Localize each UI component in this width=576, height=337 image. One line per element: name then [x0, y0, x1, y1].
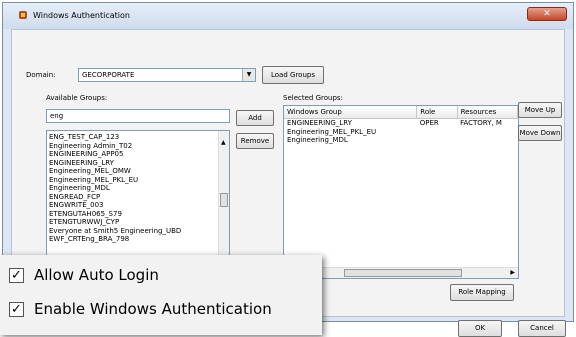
app-icon — [19, 11, 27, 19]
list-item[interactable]: ENGWRITE_003 — [49, 201, 181, 210]
list-item[interactable]: ENGREAD_FCP — [49, 193, 181, 202]
group-filter-value: eng — [50, 112, 64, 120]
table-cell: OPER — [419, 119, 439, 127]
allow-auto-login-label: Allow Auto Login — [34, 266, 159, 284]
domain-label: Domain: — [26, 71, 56, 79]
table-row[interactable]: ENGINEERING_LRY OPER FACTORY, M — [284, 119, 518, 128]
table-cell: ENGINEERING_LRY — [287, 119, 352, 127]
table-cell: FACTORY, M — [460, 119, 502, 127]
role-mapping-button[interactable]: Role Mapping — [450, 284, 514, 301]
load-groups-button[interactable]: Load Groups — [262, 66, 324, 84]
table-cell — [457, 128, 517, 137]
column-header[interactable]: Role — [416, 106, 458, 119]
window-title: Windows Authentication — [33, 11, 130, 20]
chevron-down-icon[interactable]: ▼ — [242, 69, 255, 81]
move-down-button[interactable]: Move Down — [518, 125, 562, 141]
hscroll-thumb[interactable] — [344, 269, 462, 277]
selected-groups-label: Selected Groups: — [283, 94, 343, 102]
cancel-button[interactable]: Cancel — [518, 320, 566, 337]
list-item[interactable]: Engineering_MDL — [49, 184, 181, 193]
column-header[interactable]: Resources — [457, 106, 518, 119]
scroll-thumb[interactable] — [220, 193, 228, 207]
list-item[interactable]: Engineering_MEL_PKL_EU — [49, 176, 181, 185]
table-row[interactable]: Engineering_MEL_PKL_EU — [284, 128, 518, 137]
domain-value: GECORPORATE — [82, 71, 135, 79]
group-filter-input[interactable]: eng — [46, 109, 230, 123]
scroll-right-icon[interactable]: ▶ — [510, 269, 515, 276]
table-cell: Engineering_MDL — [287, 136, 348, 144]
list-item[interactable]: Engineering Admin_T02 — [49, 142, 181, 151]
table-row[interactable]: Engineering_MDL — [284, 136, 518, 145]
allow-auto-login-checkbox[interactable]: ✓ — [9, 268, 24, 283]
table-cell — [417, 136, 457, 145]
list-item[interactable]: ENGINEERING_APP05 — [49, 150, 181, 159]
table-cell — [457, 136, 517, 145]
remove-button[interactable]: Remove — [236, 133, 274, 149]
enable-windows-auth-label: Enable Windows Authentication — [34, 300, 272, 318]
enable-windows-auth-checkbox[interactable]: ✓ — [9, 302, 24, 317]
close-button[interactable]: ✕ — [527, 7, 567, 21]
selected-groups-table[interactable]: Windows Group Role Resources ENGINEERING_L… — [283, 105, 519, 279]
table-cell: Engineering_MEL_PKL_EU — [287, 127, 377, 136]
title-bar: Windows Authentication ✕ — [3, 3, 573, 29]
list-item[interactable]: Everyone at Smith5 Engineering_UBD — [49, 227, 181, 236]
list-item[interactable]: ENGINEERING_LRY — [49, 159, 181, 168]
options-zoom-callout: ✓ Allow Auto Login ✓ Enable Windows Auth… — [0, 255, 322, 335]
domain-select[interactable]: GECORPORATE ▼ — [78, 68, 256, 82]
available-groups-scrollbar[interactable]: ▲ ▼ — [218, 131, 229, 275]
list-item[interactable]: Engineering_MEL_OMW — [49, 167, 181, 176]
list-item[interactable]: EWF_CRTEng_BRA_798 — [49, 235, 181, 244]
ok-button[interactable]: OK — [458, 320, 502, 337]
list-item[interactable]: ETENGTURWWJ_CYP — [49, 218, 181, 227]
column-header[interactable]: Windows Group — [284, 106, 418, 119]
list-item[interactable]: ETENGUTAH065_S79 — [49, 210, 181, 219]
add-button[interactable]: Add — [236, 110, 274, 126]
list-item[interactable]: ENG_TEST_CAP_123 — [49, 133, 181, 142]
available-groups-label: Available Groups: — [46, 94, 108, 102]
scroll-up-icon[interactable]: ▲ — [221, 139, 226, 146]
table-cell — [417, 128, 457, 137]
move-up-button[interactable]: Move Up — [518, 102, 562, 118]
